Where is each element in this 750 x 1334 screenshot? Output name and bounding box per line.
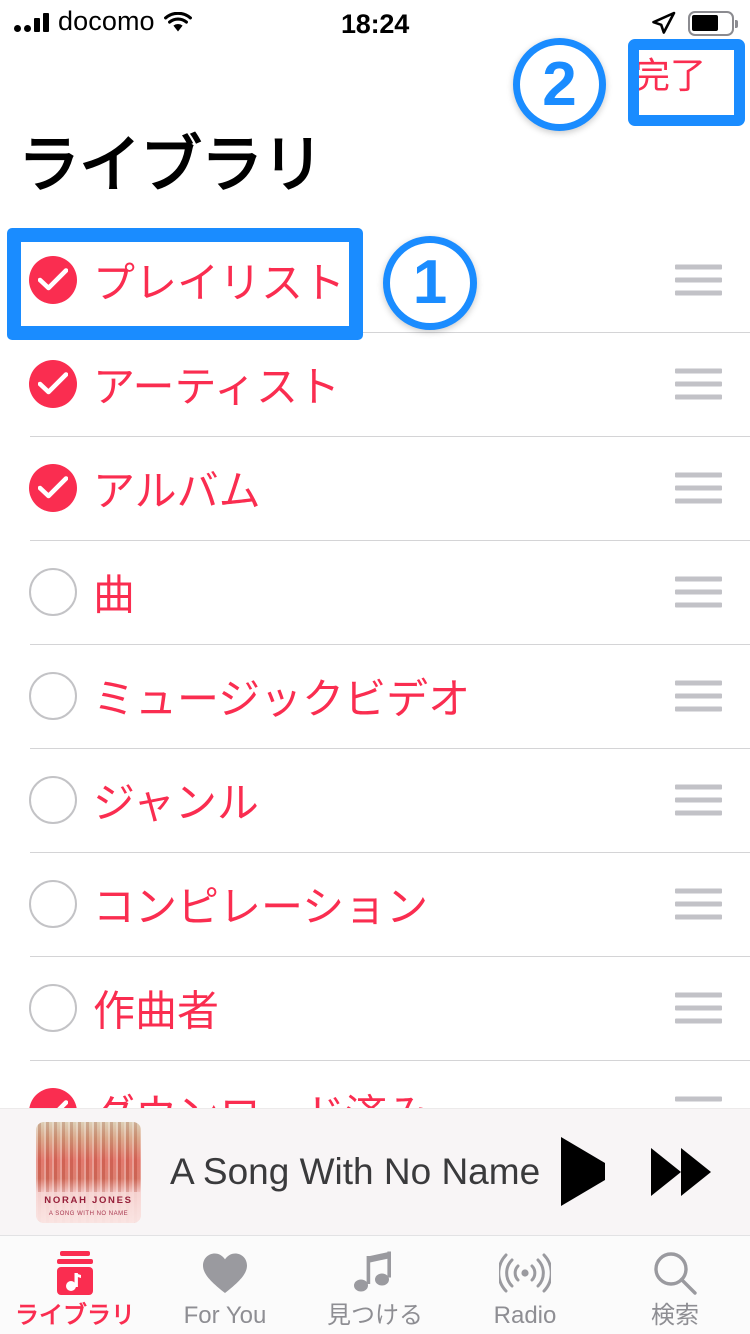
checkmark-icon[interactable] [29, 256, 77, 304]
tab-label: 見つける [327, 1301, 423, 1329]
checkbox-empty-icon[interactable] [29, 568, 77, 616]
reorder-handle-icon[interactable] [675, 784, 722, 816]
tab-bar: ライブラリ For You 見つける Radio 検索 [0, 1235, 750, 1334]
list-item-label: ジャンル [93, 779, 259, 827]
reorder-handle-icon[interactable] [675, 680, 722, 712]
tab-for-you[interactable]: For You [150, 1236, 300, 1334]
list-item-label: コンピレーション [93, 883, 429, 931]
tab-label: Radio [493, 1301, 557, 1329]
checkbox-empty-icon[interactable] [29, 984, 77, 1032]
list-item-label: アーティスト [93, 363, 340, 411]
album-artwork: NORAH JONES A SONG WITH NO NAME [36, 1122, 141, 1223]
location-arrow-icon [650, 10, 676, 36]
play-icon[interactable] [561, 1137, 605, 1206]
status-bar-clock: 18:24 [340, 9, 410, 39]
tab-library[interactable]: ライブラリ [0, 1236, 150, 1334]
reorder-handle-icon[interactable] [675, 472, 722, 504]
annotation-badge-1: 1 [383, 236, 477, 330]
checkmark-icon[interactable] [29, 464, 77, 512]
annotation-badge-2: 2 [513, 38, 606, 131]
list-item[interactable]: ジャンル [0, 748, 750, 852]
tab-browse[interactable]: 見つける [300, 1236, 450, 1334]
list-item[interactable]: ミュージックビデオ [0, 644, 750, 748]
checkmark-icon[interactable] [29, 360, 77, 408]
list-item[interactable]: アーティスト [0, 332, 750, 436]
list-item[interactable]: プレイリスト [0, 228, 750, 332]
list-item-label: 曲 [93, 571, 136, 619]
list-item[interactable]: 曲 [0, 540, 750, 644]
reorder-handle-icon[interactable] [675, 264, 722, 296]
list-item-label: ミュージックビデオ [93, 675, 471, 723]
artwork-title-label: A SONG WITH NO NAME [48, 1211, 129, 1217]
radio-icon [499, 1249, 551, 1297]
now-playing-bar[interactable]: NORAH JONES A SONG WITH NO NAME A Song W… [0, 1108, 750, 1235]
list-item[interactable]: アルバム [0, 436, 750, 540]
tab-label: ライブラリ [15, 1301, 135, 1329]
list-item-label: アルバム [93, 467, 261, 515]
artwork-artist-label: NORAH JONES [44, 1195, 133, 1206]
heart-icon [201, 1249, 249, 1297]
tab-label: 検索 [651, 1301, 699, 1329]
page-title: ライブラリ [18, 131, 324, 200]
list-item[interactable]: コンピレーション [0, 852, 750, 956]
checkbox-empty-icon[interactable] [29, 776, 77, 824]
battery-icon [688, 10, 738, 36]
tab-label: For You [183, 1301, 267, 1329]
status-bar-right [650, 10, 738, 36]
reorder-handle-icon[interactable] [675, 576, 722, 608]
reorder-handle-icon[interactable] [675, 992, 722, 1024]
library-category-list: プレイリスト アーティスト アルバム 曲 ミュージックビデオ ジャンル コンピレ… [0, 228, 750, 1164]
status-bar: docomo 18:24 [0, 0, 750, 46]
list-item-label: 作曲者 [93, 987, 220, 1035]
tab-radio[interactable]: Radio [450, 1236, 600, 1334]
music-note-icon [353, 1249, 397, 1297]
library-icon [54, 1249, 96, 1297]
checkbox-empty-icon[interactable] [29, 880, 77, 928]
reorder-handle-icon[interactable] [675, 368, 722, 400]
checkbox-empty-icon[interactable] [29, 672, 77, 720]
now-playing-title: A Song With No Name [170, 1151, 541, 1192]
list-item[interactable]: 作曲者 [0, 956, 750, 1060]
tab-search[interactable]: 検索 [600, 1236, 750, 1334]
done-button[interactable]: 完了 [634, 58, 706, 94]
list-item-label: プレイリスト [93, 259, 346, 307]
reorder-handle-icon[interactable] [675, 888, 722, 920]
fast-forward-icon[interactable] [651, 1148, 711, 1196]
music-library-edit-screen: docomo 18:24 完了 ライブラリ プレイリスト アーティスト アルバム… [0, 0, 750, 1334]
search-icon [652, 1249, 698, 1297]
